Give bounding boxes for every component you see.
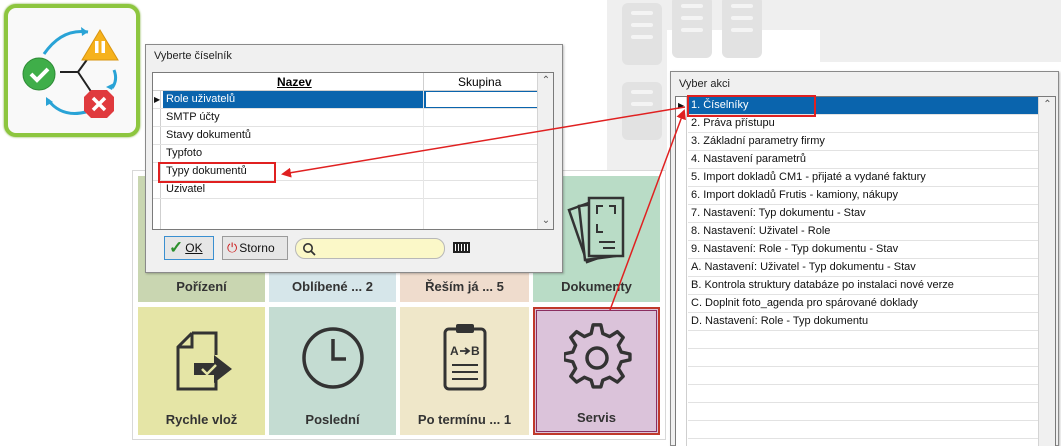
annotation-arrows xyxy=(281,106,686,311)
arrow-to-typy-dokumentu xyxy=(281,106,686,178)
arrow-to-ciselniky xyxy=(609,109,686,311)
screen: Pořízení Oblíbené ... 2 Řeším já ... 5 D… xyxy=(0,0,1061,446)
